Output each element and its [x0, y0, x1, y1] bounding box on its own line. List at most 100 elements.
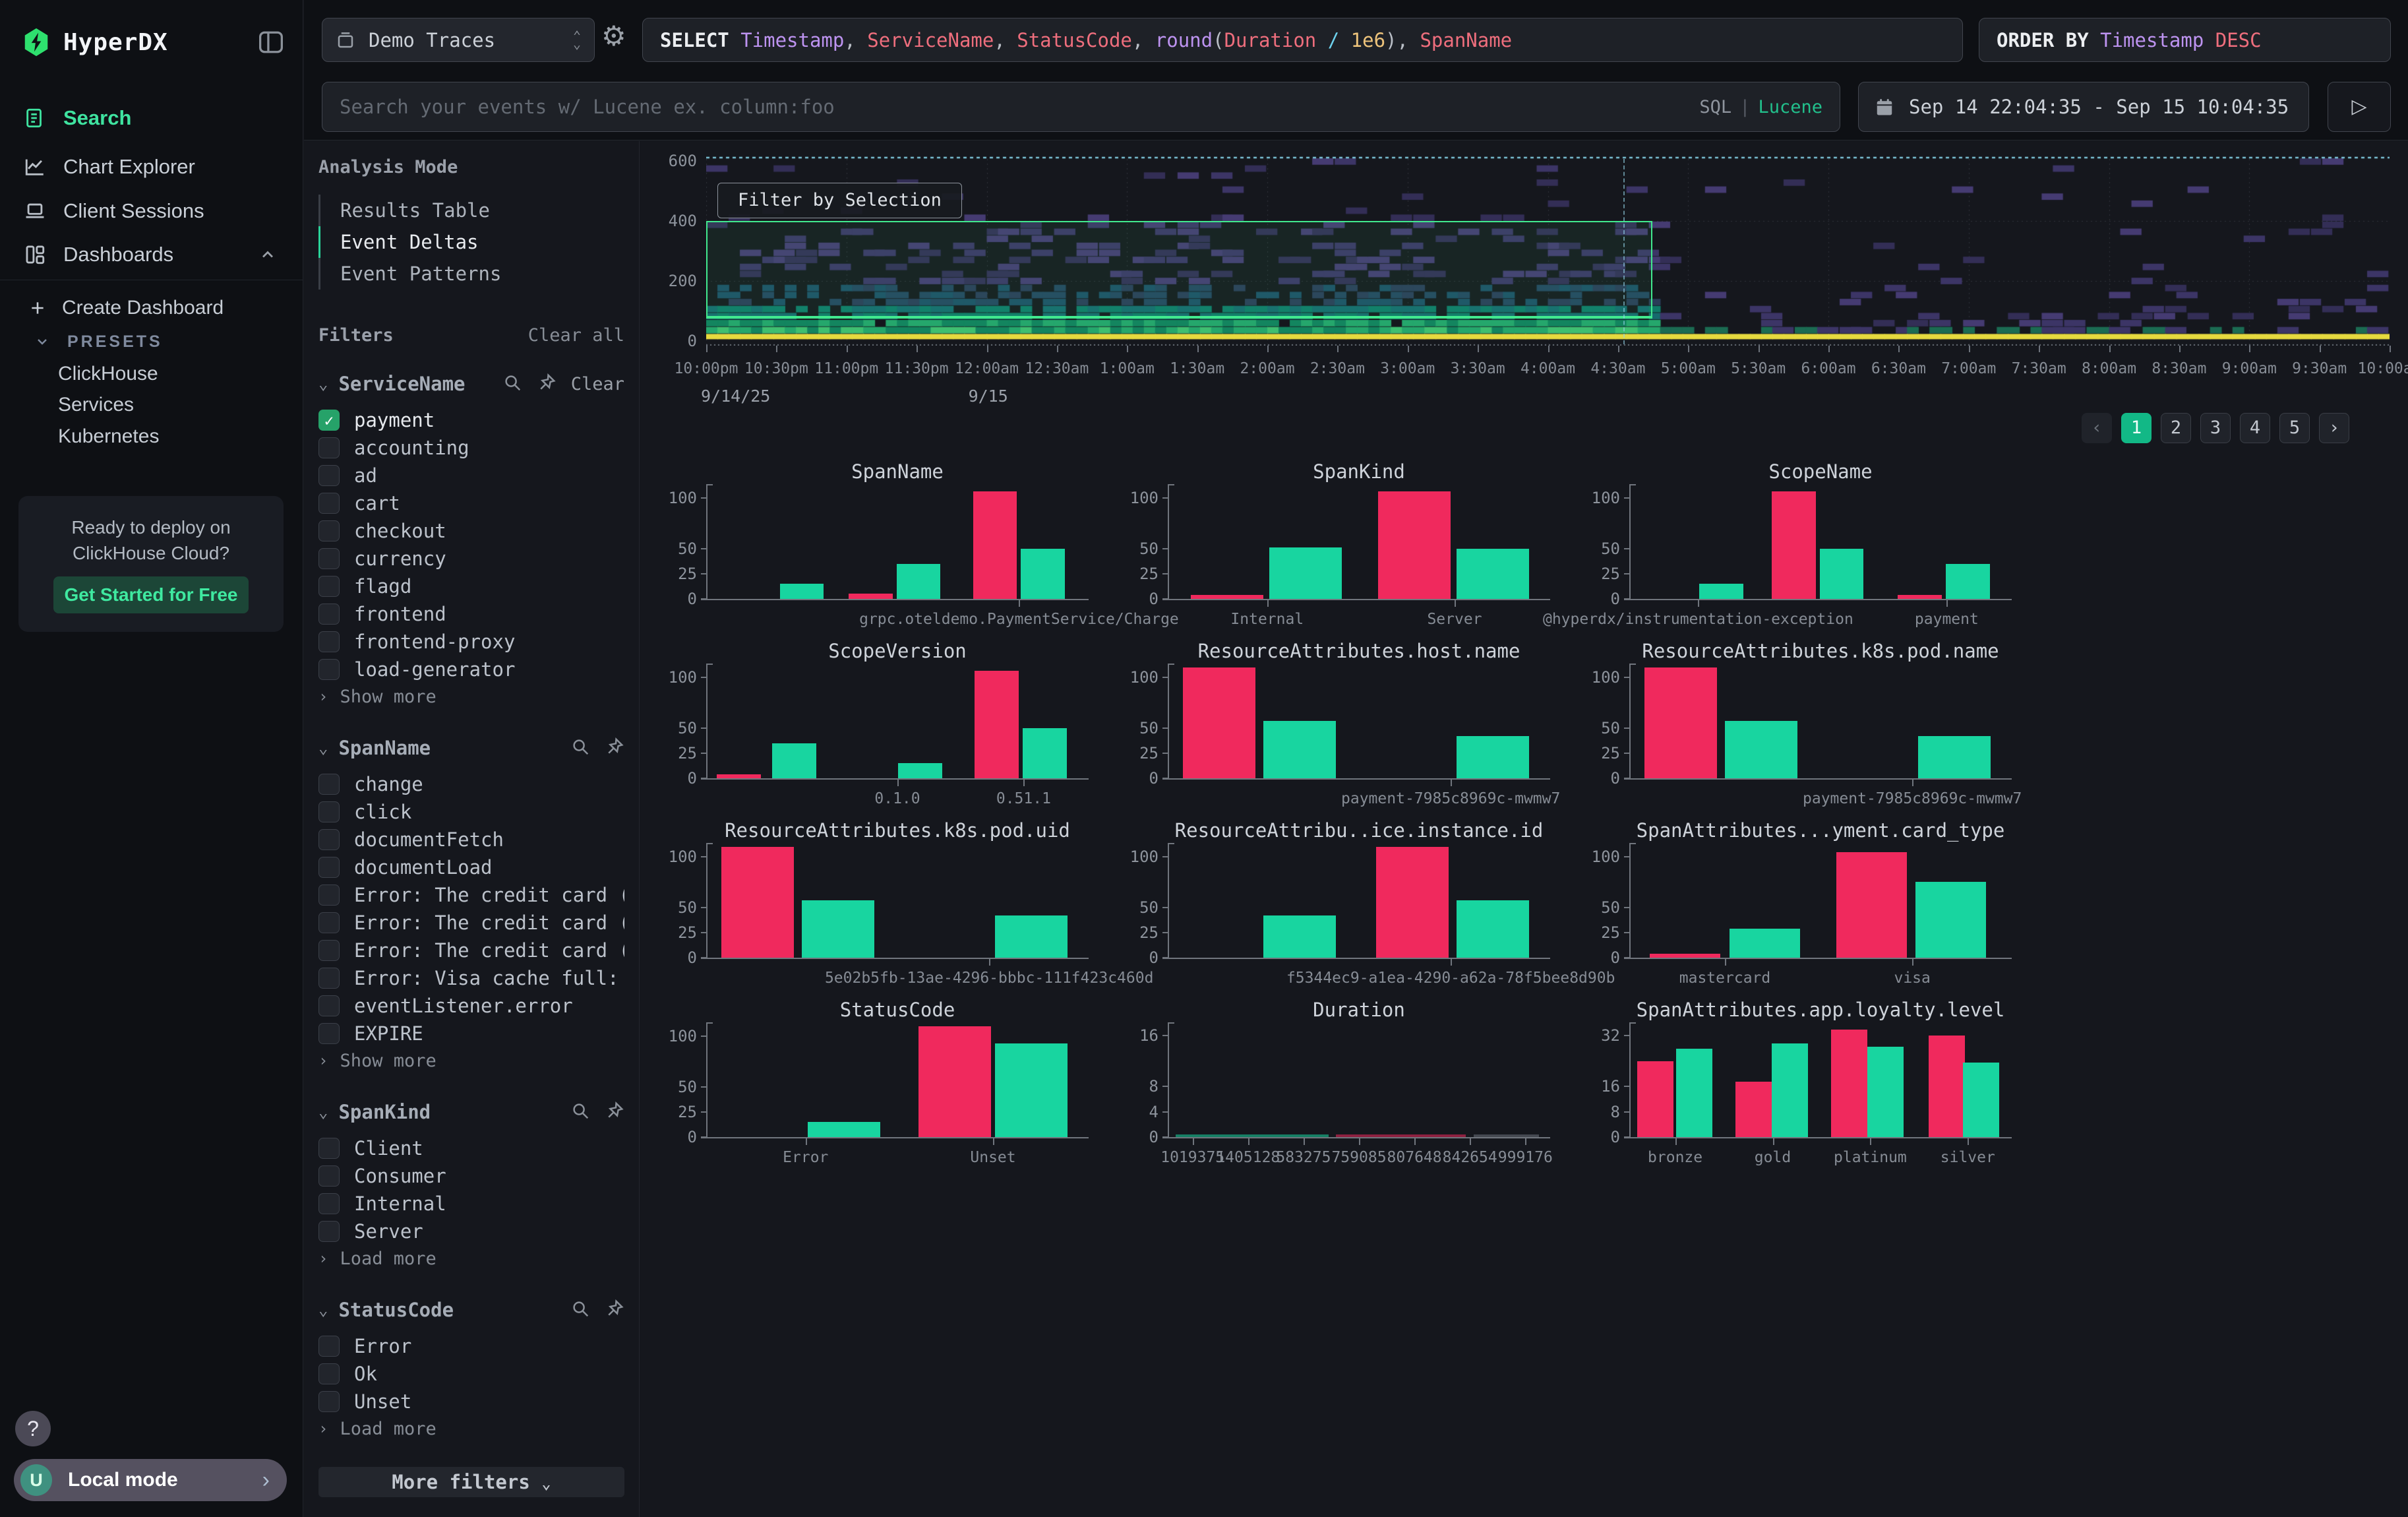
checkbox[interactable]	[318, 774, 340, 795]
filter-checkbox-row[interactable]: documentFetch	[318, 826, 624, 853]
analysis-mode-item-event-deltas[interactable]: Event Deltas	[318, 226, 624, 258]
filter-checkbox-row[interactable]: Client	[318, 1134, 624, 1162]
checkbox[interactable]	[318, 576, 340, 597]
filter-checkbox-row[interactable]: load-generator	[318, 656, 624, 683]
presets-toggle[interactable]: PRESETS	[0, 325, 303, 358]
search-icon[interactable]	[570, 1299, 590, 1321]
checkbox[interactable]: ✓	[318, 410, 340, 431]
filter-checkbox-row[interactable]: Error	[318, 1332, 624, 1360]
facet-header-spanname[interactable]: ⌄SpanName	[318, 733, 624, 762]
help-button[interactable]: ?	[15, 1411, 51, 1446]
sidebar-item-search[interactable]: Search	[0, 98, 303, 139]
filter-checkbox-row[interactable]: Unset	[318, 1388, 624, 1415]
show-more-link[interactable]: ›Load more	[318, 1415, 624, 1442]
filter-checkbox-row[interactable]: currency	[318, 545, 624, 573]
checkbox[interactable]	[318, 968, 340, 989]
checkbox[interactable]	[318, 604, 340, 625]
checkbox[interactable]	[318, 884, 340, 906]
pin-icon[interactable]	[605, 1299, 624, 1321]
checkbox[interactable]	[318, 912, 340, 933]
date-range-picker[interactable]: Sep 14 22:04:35 - Sep 15 10:04:35	[1858, 82, 2309, 132]
show-more-link[interactable]: ›Show more	[318, 683, 624, 710]
filter-checkbox-row[interactable]: click	[318, 798, 624, 826]
filter-checkbox-row[interactable]: EXPIRE	[318, 1020, 624, 1047]
create-dashboard-button[interactable]: Create Dashboard	[0, 292, 303, 325]
sidebar-item-dashboards[interactable]: Dashboards	[0, 234, 303, 275]
filter-checkbox-row[interactable]: frontend-proxy	[318, 628, 624, 656]
source-select[interactable]: Demo Traces ⌃⌃	[322, 18, 595, 62]
sidebar-item-chart-explorer[interactable]: Chart Explorer	[0, 146, 303, 187]
filter-checkbox-row[interactable]: Error: Visa cache full: …	[318, 964, 624, 992]
filter-checkbox-row[interactable]: cart	[318, 489, 624, 517]
pin-icon[interactable]	[605, 1101, 624, 1123]
checkbox[interactable]	[318, 995, 340, 1016]
search-icon[interactable]	[570, 1101, 590, 1123]
facet-header-statuscode[interactable]: ⌄StatusCode	[318, 1295, 624, 1324]
filter-checkbox-row[interactable]: eventListener.error	[318, 992, 624, 1020]
sidebar-item-clickhouse[interactable]: ClickHouse	[0, 357, 303, 390]
selection-box[interactable]	[706, 221, 1652, 319]
checkbox[interactable]	[318, 548, 340, 569]
get-started-button[interactable]: Get Started for Free	[53, 576, 249, 613]
filter-checkbox-row[interactable]: Server	[318, 1218, 624, 1245]
checkbox[interactable]	[318, 493, 340, 514]
page-button-1[interactable]: 1	[2121, 413, 2152, 443]
checkbox[interactable]	[318, 437, 340, 458]
pin-icon[interactable]	[537, 373, 557, 395]
query-language-toggle[interactable]: SQL|Lucene	[1699, 97, 1840, 117]
page-button-3[interactable]: 3	[2200, 413, 2231, 443]
run-query-button[interactable]: ▷	[2328, 82, 2391, 132]
page-prev-button[interactable]: ‹	[2082, 413, 2112, 443]
filter-checkbox-row[interactable]: accounting	[318, 434, 624, 462]
checkbox[interactable]	[318, 1193, 340, 1214]
analysis-mode-item-event-patterns[interactable]: Event Patterns	[318, 258, 624, 290]
checkbox[interactable]	[318, 520, 340, 542]
checkbox[interactable]	[318, 1336, 340, 1357]
collapse-sidebar-icon[interactable]	[258, 30, 284, 54]
filter-checkbox-row[interactable]: Consumer	[318, 1162, 624, 1190]
filter-checkbox-row[interactable]: ad	[318, 462, 624, 489]
checkbox[interactable]	[318, 940, 340, 961]
checkbox[interactable]	[318, 1165, 340, 1187]
show-more-link[interactable]: ›Load more	[318, 1245, 624, 1272]
checkbox[interactable]	[318, 801, 340, 822]
checkbox[interactable]	[318, 659, 340, 680]
search-icon[interactable]	[502, 373, 522, 395]
page-button-4[interactable]: 4	[2240, 413, 2270, 443]
analysis-mode-item-results-table[interactable]: Results Table	[318, 195, 624, 226]
more-filters-button[interactable]: More filters ⌄	[318, 1467, 624, 1497]
order-by-input[interactable]: ORDER BY Timestamp DESC	[1979, 18, 2391, 62]
checkbox[interactable]	[318, 631, 340, 652]
facet-clear-button[interactable]: Clear	[571, 374, 624, 394]
facet-header-spankind[interactable]: ⌄SpanKind	[318, 1098, 624, 1127]
checkbox[interactable]	[318, 1391, 340, 1412]
checkbox[interactable]	[318, 857, 340, 878]
gear-icon[interactable]: ⚙	[601, 20, 626, 52]
lang-sql[interactable]: SQL	[1699, 97, 1731, 117]
filter-checkbox-row[interactable]: Internal	[318, 1190, 624, 1218]
filter-by-selection-button[interactable]: Filter by Selection	[717, 183, 962, 218]
page-button-5[interactable]: 5	[2279, 413, 2310, 443]
filter-checkbox-row[interactable]: frontend	[318, 600, 624, 628]
checkbox[interactable]	[318, 1138, 340, 1159]
filter-checkbox-row[interactable]: change	[318, 770, 624, 798]
facet-header-servicename[interactable]: ⌄ServiceNameClear	[318, 369, 624, 398]
filter-checkbox-row[interactable]: ✓payment	[318, 406, 624, 434]
clear-all-button[interactable]: Clear all	[528, 325, 624, 346]
search-input[interactable]: Search your events w/ Lucene ex. column:…	[322, 82, 1840, 132]
filter-checkbox-row[interactable]: checkout	[318, 517, 624, 545]
filter-checkbox-row[interactable]: Ok	[318, 1360, 624, 1388]
checkbox[interactable]	[318, 1023, 340, 1044]
filter-checkbox-row[interactable]: Error: The credit card (…	[318, 937, 624, 964]
local-mode-pill[interactable]: U Local mode ›	[14, 1459, 287, 1501]
search-icon[interactable]	[570, 737, 590, 759]
checkbox[interactable]	[318, 465, 340, 486]
page-button-2[interactable]: 2	[2161, 413, 2191, 443]
checkbox[interactable]	[318, 1363, 340, 1384]
sidebar-item-kubernetes[interactable]: Kubernetes	[0, 420, 303, 453]
show-more-link[interactable]: ›Show more	[318, 1047, 624, 1074]
lang-lucene[interactable]: Lucene	[1758, 97, 1822, 117]
pin-icon[interactable]	[605, 737, 624, 759]
filter-checkbox-row[interactable]: Error: The credit card (…	[318, 881, 624, 909]
page-next-button[interactable]: ›	[2319, 413, 2349, 443]
